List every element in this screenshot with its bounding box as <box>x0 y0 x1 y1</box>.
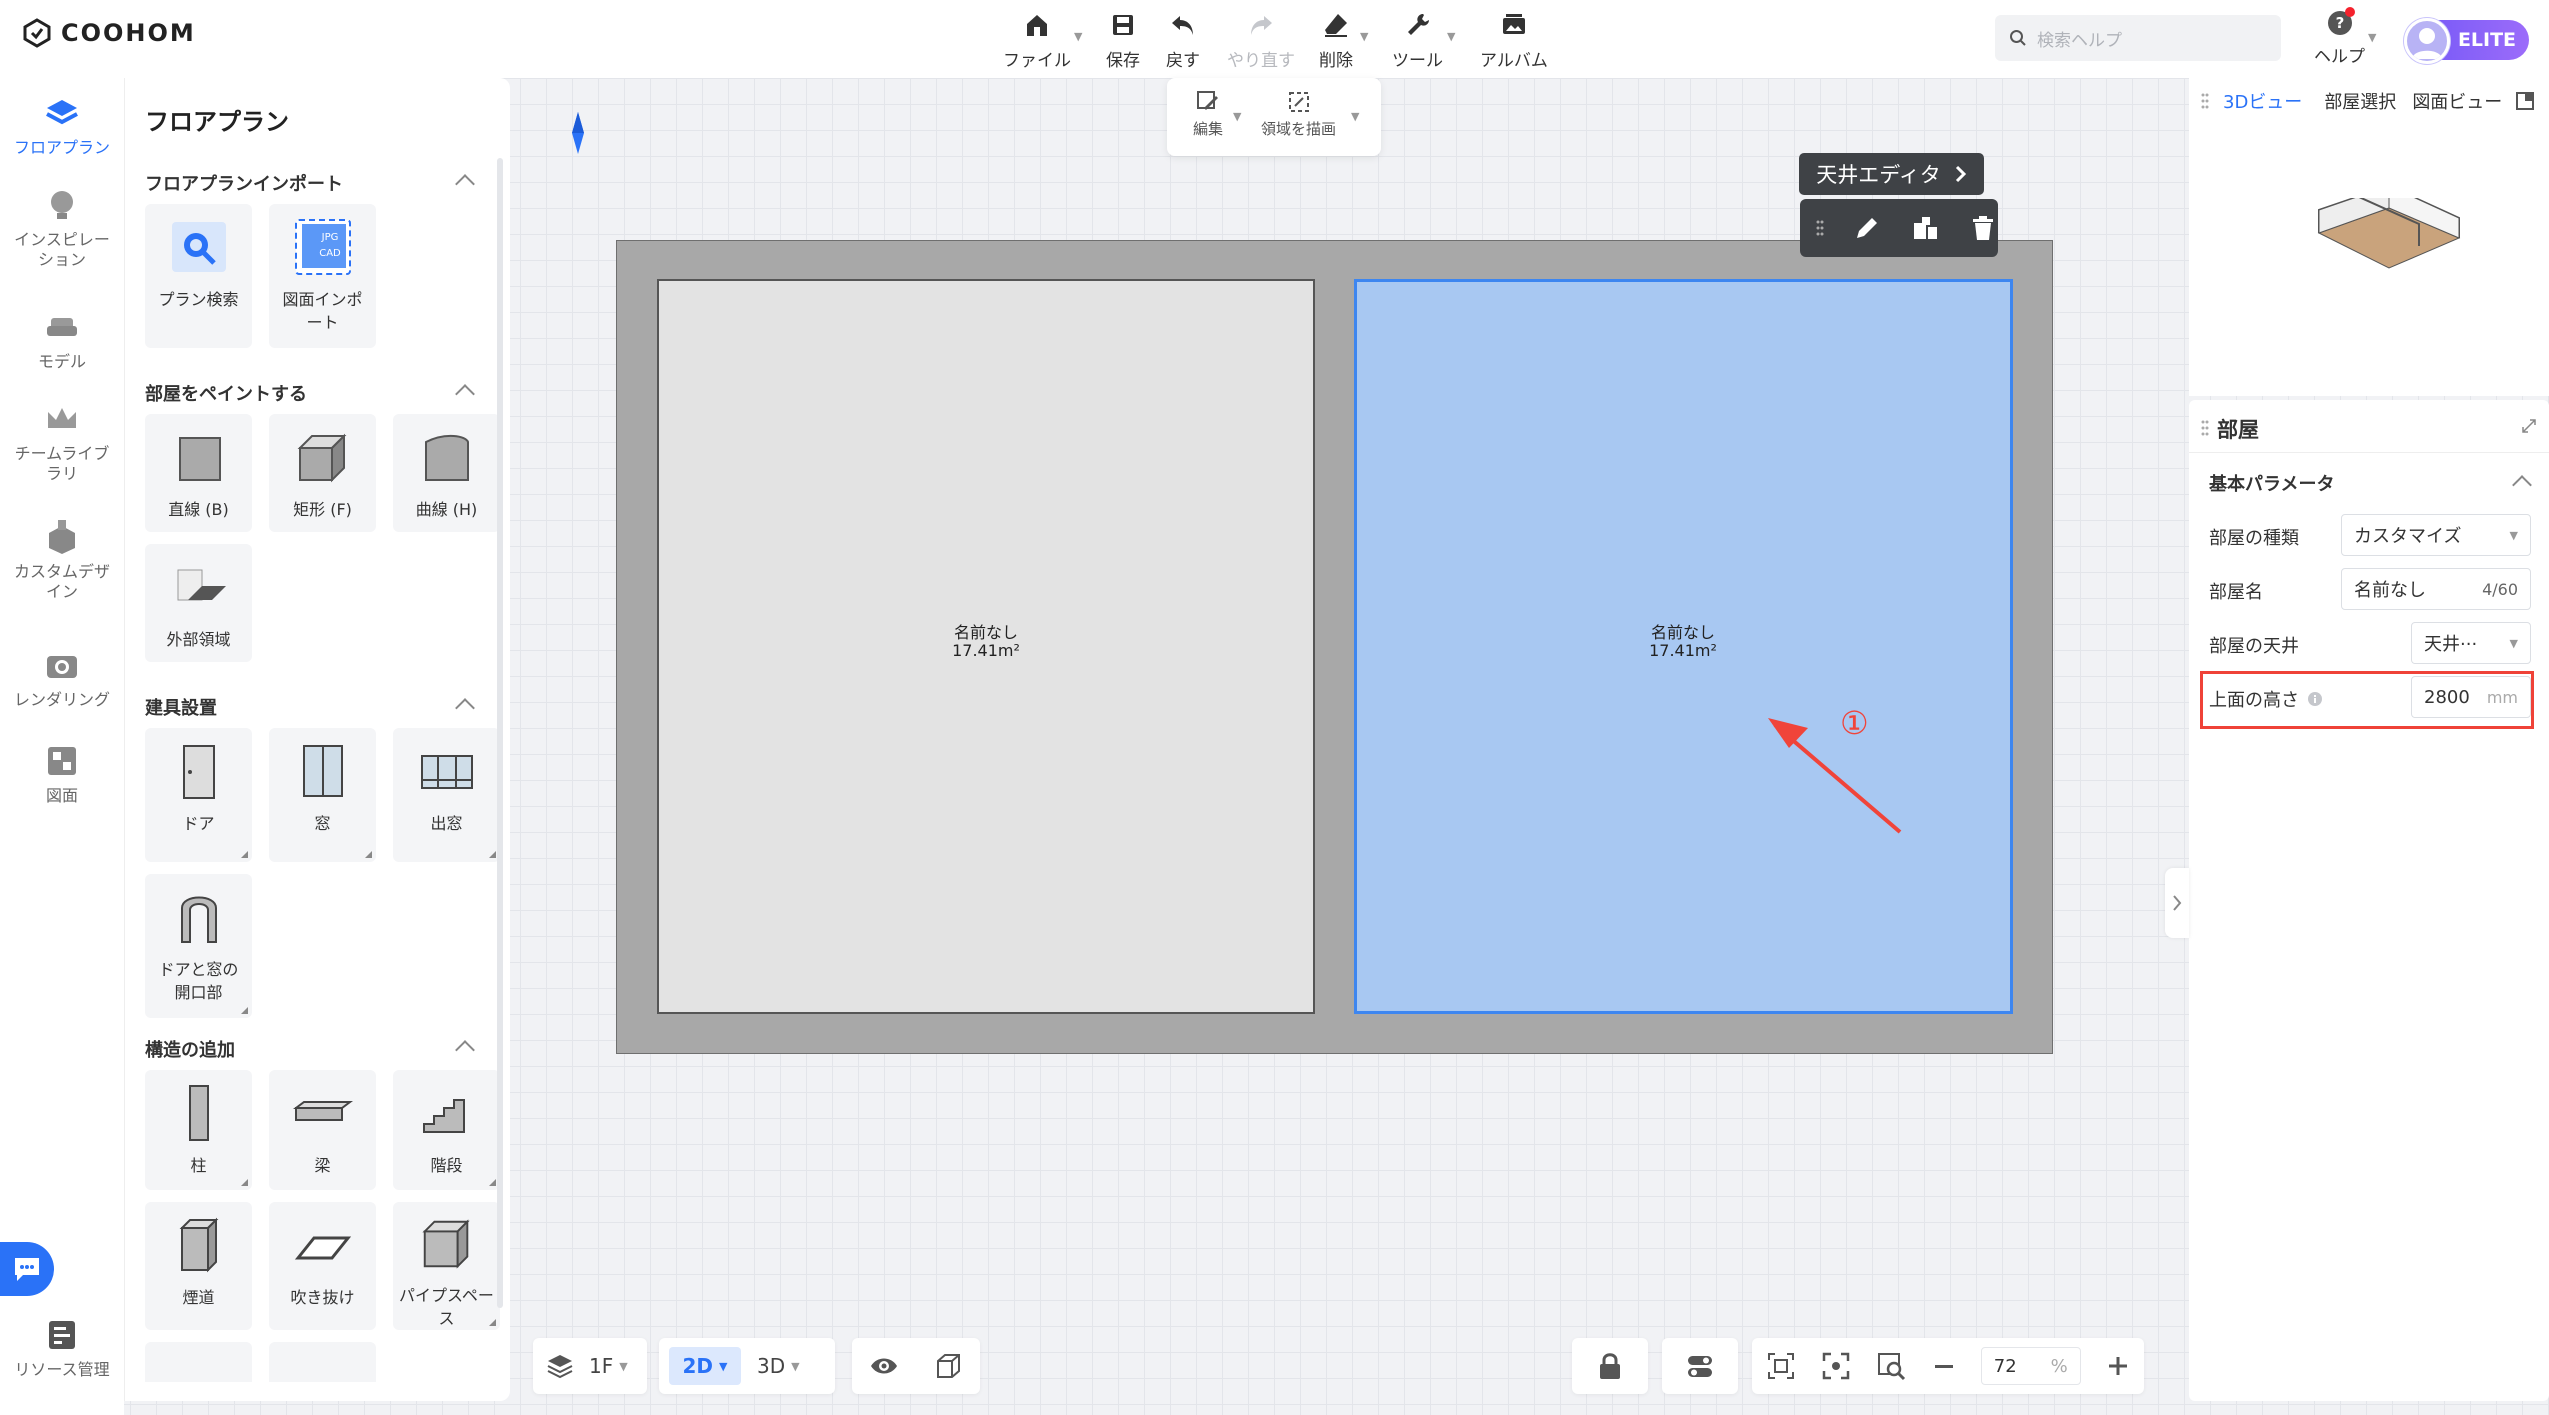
room-type-select[interactable]: カスタマイズ ▼ <box>2341 514 2531 556</box>
zoom-group: 72 % <box>1752 1338 2144 1394</box>
highlight-box <box>2200 671 2534 729</box>
popout-icon[interactable] <box>2516 92 2535 110</box>
room-panel-title: 部屋 <box>2217 418 2259 442</box>
tab-drawing-view[interactable]: 図面ビュー <box>2412 88 2502 114</box>
chevron-down-icon: ▼ <box>2509 528 2518 542</box>
chevron-down-icon: ▼ <box>619 1359 628 1373</box>
floor-value: 1F <box>589 1354 614 1378</box>
cube-view-icon[interactable] <box>933 1351 963 1381</box>
lock-icon <box>1600 1353 1620 1379</box>
divider <box>2189 452 2549 453</box>
zoom-value: 72 <box>1993 1355 2017 1377</box>
view-mode-group: 2D ▼ 3D ▼ <box>659 1338 835 1394</box>
chevron-right-icon <box>2173 895 2182 911</box>
chevron-up-icon[interactable] <box>2512 475 2532 495</box>
fit-view-icon[interactable] <box>1766 1351 1796 1381</box>
zoom-fit-icon[interactable] <box>1876 1351 1906 1381</box>
char-count: 4/60 <box>2482 579 2518 599</box>
room-type-value: カスタマイズ <box>2354 526 2462 547</box>
zoom-unit: % <box>2050 1355 2068 1377</box>
zoom-out-icon[interactable] <box>1932 1354 1956 1378</box>
tab-room-select[interactable]: 部屋選択 <box>2324 88 2396 114</box>
annotation-arrowhead-1 <box>1768 718 1808 748</box>
settings-toggle-button[interactable] <box>1662 1338 1738 1394</box>
drag-handle-icon[interactable] <box>2201 418 2209 438</box>
tab-3d-view[interactable]: 3Dビュー <box>2223 88 2302 114</box>
chevron-down-icon: ▼ <box>719 1359 728 1373</box>
ceiling-label: 部屋の天井 <box>2209 636 2299 657</box>
ceiling-value: 天井··· <box>2424 634 2478 655</box>
drag-handle-icon[interactable] <box>2201 91 2209 111</box>
chevron-down-icon: ▼ <box>2509 636 2518 650</box>
chevron-down-icon: ▼ <box>791 1359 800 1373</box>
collapse-panel-handle[interactable] <box>2165 868 2189 938</box>
basic-params-header: 基本パラメータ <box>2209 474 2335 495</box>
room-type-label: 部屋の種類 <box>2209 528 2299 549</box>
view-tabs: 3Dビュー 部屋選択 図面ビュー <box>2189 78 2549 124</box>
mode-3d-button[interactable]: 3D ▼ <box>757 1354 800 1378</box>
floor-selector[interactable]: 1F ▼ <box>533 1338 647 1394</box>
room-name-input[interactable]: 名前なし 4/60 <box>2341 568 2531 610</box>
display-group <box>852 1338 980 1394</box>
mode-3d-label: 3D <box>757 1354 786 1378</box>
3d-room-preview-icon <box>2317 198 2461 269</box>
room-name-value: 名前なし <box>2354 580 2426 601</box>
ceiling-select[interactable]: 天井··· ▼ <box>2411 622 2531 664</box>
focus-icon[interactable] <box>1821 1351 1851 1381</box>
3d-preview[interactable] <box>2189 78 2549 396</box>
floor-label: 1F ▼ <box>589 1354 628 1378</box>
mode-2d-button[interactable]: 2D ▼ <box>669 1347 741 1385</box>
eye-icon[interactable] <box>869 1351 899 1381</box>
zoom-input[interactable]: 72 % <box>1980 1347 2081 1385</box>
annotation-arrows <box>1768 718 2366 879</box>
layers-icon <box>547 1355 573 1379</box>
room-name-label: 部屋名 <box>2209 582 2263 603</box>
room-properties-panel: 部屋 基本パラメータ 部屋の種類 カスタマイズ ▼ 部屋名 名前なし 4/60 … <box>2189 400 2549 1401</box>
lock-button[interactable] <box>1572 1338 1648 1394</box>
toggle-settings-icon <box>1688 1356 1712 1377</box>
expand-icon[interactable] <box>2521 418 2537 434</box>
zoom-in-icon[interactable] <box>2106 1354 2130 1378</box>
annotation-label-1: ① <box>1840 704 1869 742</box>
mode-2d-label: 2D <box>682 1354 714 1378</box>
